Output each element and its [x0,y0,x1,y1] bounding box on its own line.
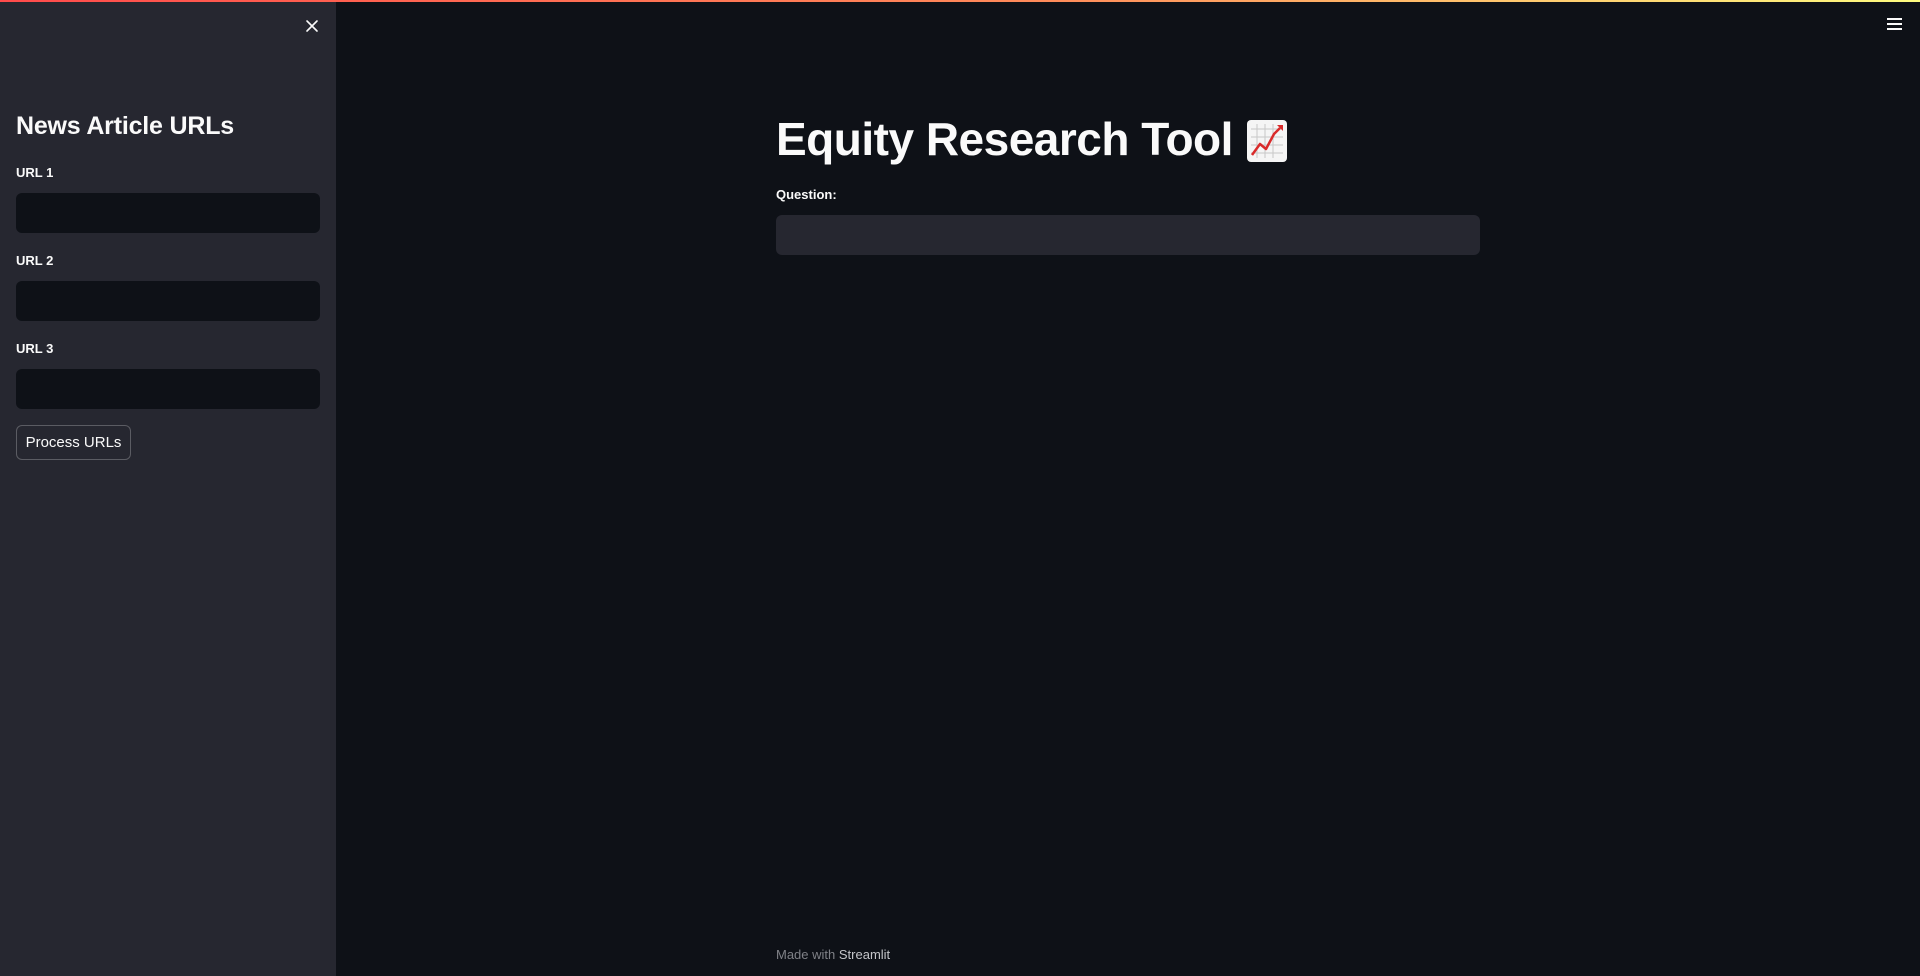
footer-prefix: Made with [776,947,836,962]
chart-increasing-icon [1246,120,1287,162]
question-label: Question: [776,187,837,202]
sidebar-title: News Article URLs [16,112,234,140]
page-title-text: Equity Research Tool [776,113,1233,165]
top-decoration-bar [0,0,1920,2]
question-input[interactable] [776,215,1480,255]
url-2-input[interactable] [16,281,320,321]
url-1-label: URL 1 [16,165,54,180]
hamburger-menu-icon[interactable] [1880,12,1908,36]
close-sidebar-button[interactable] [298,12,326,40]
close-icon [306,20,318,32]
url-3-label: URL 3 [16,341,54,356]
footer: Made with Streamlit [776,947,890,962]
page-title: Equity Research Tool [776,112,1287,166]
process-urls-button[interactable]: Process URLs [16,425,131,460]
url-2-label: URL 2 [16,253,54,268]
sidebar: News Article URLs URL 1 URL 2 URL 3 Proc… [0,0,336,976]
streamlit-link[interactable]: Streamlit [839,947,890,962]
url-3-input[interactable] [16,369,320,409]
url-1-input[interactable] [16,193,320,233]
